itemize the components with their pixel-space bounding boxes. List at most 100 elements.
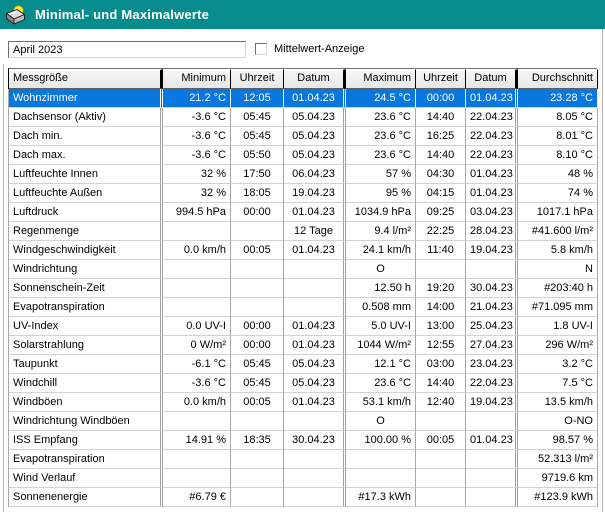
cell	[163, 260, 231, 279]
cell: 01.04.23	[284, 241, 346, 260]
table-row[interactable]: Windböen 0.0 km/h 00:05 01.04.23 53.1 km/h 12…	[8, 393, 598, 412]
table-row[interactable]: UV-Index 0.0 UV-I 00:00 01.04.23 5.0 UV-I 13:…	[8, 317, 598, 336]
cell: Dach max.	[9, 146, 163, 165]
table-row[interactable]: Evapotranspiration 0.508 mm 14:00 21.04.23 #…	[8, 298, 598, 317]
cell: #17.3 kWh	[346, 488, 416, 507]
cell: Sonnenschein-Zeit	[9, 279, 163, 298]
table-row[interactable]: ISS Empfang 14.91 % 18:35 30.04.23 100.00 % 0…	[8, 431, 598, 450]
table-row[interactable]: Regenmenge 12 Tage 9.4 l/m² 22:25 28.04.23 #4…	[8, 222, 598, 241]
cell	[466, 469, 518, 488]
table-row[interactable]: Evapotranspiration 52.313 l/m²	[8, 450, 598, 469]
cell: 14:40	[416, 146, 466, 165]
cell: 00:05	[231, 393, 284, 412]
cell: 32 %	[163, 184, 231, 203]
cell: 05:45	[231, 127, 284, 146]
cell: 13:00	[416, 317, 466, 336]
weather-station-icon	[5, 4, 27, 26]
column-header-durchschnitt-7[interactable]: Durchschnitt	[518, 69, 598, 89]
cell: 22.04.23	[466, 374, 518, 393]
mittelwert-checkbox[interactable]	[255, 43, 267, 55]
table-row[interactable]: Solarstrahlung 0 W/m² 00:00 01.04.23 1044 W/…	[8, 336, 598, 355]
cell: Windgeschwindigkeit	[9, 241, 163, 260]
column-header-datum-6[interactable]: Datum	[466, 69, 518, 89]
table-row[interactable]: Windchill -3.6 °C 05:45 05.04.23 23.6 °C 14:4…	[8, 374, 598, 393]
cell: O	[346, 260, 416, 279]
column-header-minimum-1[interactable]: Minimum	[163, 69, 231, 89]
cell: Taupunkt	[9, 355, 163, 374]
table-row[interactable]: Dach min. -3.6 °C 05:45 05.04.23 23.6 °C 16:2…	[8, 127, 598, 146]
cell: 03.04.23	[466, 203, 518, 222]
table-row[interactable]: Windrichtung O N	[8, 260, 598, 279]
table-row[interactable]: Dachsensor (Aktiv) -3.6 °C 05:45 05.04.23 23…	[8, 108, 598, 127]
cell: 0.0 UV-I	[163, 317, 231, 336]
cell	[231, 279, 284, 298]
cell: 5.8 km/h	[518, 241, 598, 260]
cell: Windchill	[9, 374, 163, 393]
column-header-datum-3[interactable]: Datum	[284, 69, 346, 89]
cell: 30.04.23	[466, 279, 518, 298]
table-row[interactable]: Sonnenschein-Zeit 12.50 h 19:20 30.04.23 #20…	[8, 279, 598, 298]
cell: 23.6 °C	[346, 127, 416, 146]
cell	[284, 469, 346, 488]
cell: 24.1 km/h	[346, 241, 416, 260]
column-header-messgr-e-0[interactable]: Messgröße	[9, 69, 163, 89]
cell: 19.04.23	[466, 393, 518, 412]
minmax-table: Messgröße Minimum Uhrzeit Datum Maximum Uhrze…	[8, 68, 598, 507]
cell: 05.04.23	[284, 374, 346, 393]
cell: Wohnzimmer	[9, 89, 163, 108]
cell: 14:00	[416, 298, 466, 317]
cell: 00:05	[416, 431, 466, 450]
cell: 100.00 %	[346, 431, 416, 450]
table-row[interactable]: Windgeschwindigkeit 0.0 km/h 00:05 01.04.23…	[8, 241, 598, 260]
cell: 32 %	[163, 165, 231, 184]
table-row[interactable]: Dach max. -3.6 °C 05:50 05.04.23 23.6 °C 14:4…	[8, 146, 598, 165]
cell: 12:55	[416, 336, 466, 355]
cell	[231, 469, 284, 488]
cell: 22:25	[416, 222, 466, 241]
cell: #71.095 mm	[518, 298, 598, 317]
cell: 8.01 °C	[518, 127, 598, 146]
table-row[interactable]: Luftdruck 994.5 hPa 00:00 01.04.23 1034.9 hP…	[8, 203, 598, 222]
table-row[interactable]: Windrichtung Windböen O O-NO	[8, 412, 598, 431]
cell: 01.04.23	[466, 431, 518, 450]
cell: 00:00	[416, 89, 466, 108]
cell: 00:05	[231, 241, 284, 260]
cell: 48 %	[518, 165, 598, 184]
cell: 30.04.23	[284, 431, 346, 450]
cell: 9719.6 km	[518, 469, 598, 488]
cell: -3.6 °C	[163, 374, 231, 393]
cell: 23.6 °C	[346, 108, 416, 127]
cell: Solarstrahlung	[9, 336, 163, 355]
table-row[interactable]: Luftfeuchte Innen 32 % 17:50 06.04.23 57 % 04…	[8, 165, 598, 184]
cell	[284, 450, 346, 469]
cell	[466, 260, 518, 279]
cell: 0 W/m²	[163, 336, 231, 355]
period-input[interactable]	[8, 41, 246, 58]
column-header-uhrzeit-2[interactable]: Uhrzeit	[231, 69, 284, 89]
cell: 05:45	[231, 108, 284, 127]
cell: 00:00	[231, 336, 284, 355]
cell: 14:40	[416, 108, 466, 127]
cell: 17:50	[231, 165, 284, 184]
table-row[interactable]: Wind Verlauf 9719.6 km	[8, 469, 598, 488]
cell: Windrichtung	[9, 260, 163, 279]
table-row[interactable]: Sonnenenergie #6.79 € #17.3 kWh #123.9 kWh	[8, 488, 598, 507]
table-row[interactable]: Wohnzimmer 21.2 °C 12:05 01.04.23 24.5 °C 00:…	[8, 89, 598, 108]
cell: Dachsensor (Aktiv)	[9, 108, 163, 127]
cell: 22.04.23	[466, 108, 518, 127]
cell	[163, 450, 231, 469]
table-row[interactable]: Taupunkt -6.1 °C 05:45 05.04.23 12.1 °C 03:00…	[8, 355, 598, 374]
cell: 01.04.23	[284, 393, 346, 412]
cell: 8.10 °C	[518, 146, 598, 165]
cell: 01.04.23	[284, 317, 346, 336]
cell: 01.04.23	[466, 165, 518, 184]
title-bar[interactable]: Minimal- und Maximalwerte	[0, 0, 605, 29]
cell	[231, 222, 284, 241]
column-header-maximum-4[interactable]: Maximum	[346, 69, 416, 89]
column-header-uhrzeit-5[interactable]: Uhrzeit	[416, 69, 466, 89]
cell: #203:40 h	[518, 279, 598, 298]
cell: 1034.9 hPa	[346, 203, 416, 222]
table-row[interactable]: Luftfeuchte Außen 32 % 18:05 19.04.23 95 % 04…	[8, 184, 598, 203]
cell: O	[346, 412, 416, 431]
cell: 9.4 l/m²	[346, 222, 416, 241]
